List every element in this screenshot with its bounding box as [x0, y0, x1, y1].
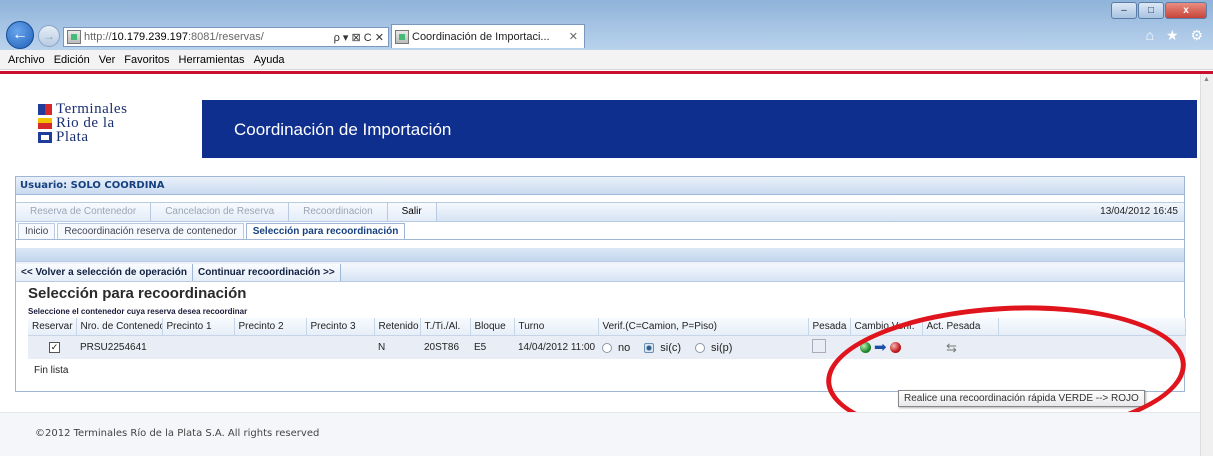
- container-number: PRSU2254641: [76, 335, 162, 359]
- quick-recoordination-tooltip: Realice una recoordinación rápida VERDE …: [898, 390, 1145, 407]
- tab-recoordinacion-reserva[interactable]: Recoordinación reserva de contenedor: [57, 223, 244, 239]
- pesada-checkbox[interactable]: [812, 339, 826, 353]
- operations-toolbar: Reserva de Contenedor Cancelacion de Res…: [16, 202, 1184, 222]
- menu-archivo[interactable]: Archivo: [8, 54, 45, 66]
- tab-close-icon[interactable]: ✕: [569, 30, 584, 43]
- instruction-text: Seleccione el contenedor cuya reserva de…: [28, 307, 248, 316]
- verif-radio-group: no si(c) si(p): [602, 342, 804, 354]
- col-retenido: Retenido: [374, 318, 421, 336]
- cancelacion-reserva-button[interactable]: Cancelacion de Reserva: [151, 203, 290, 221]
- precinto-2-value: [234, 335, 306, 359]
- col-pesada: Pesada: [808, 318, 851, 336]
- tab-favicon-icon: [395, 29, 409, 44]
- main-panel: Usuario: SOLO COORDINA Reserva de Conten…: [15, 176, 1186, 392]
- swap-icon[interactable]: ⇆: [946, 340, 957, 355]
- verif-si-c-label: si(c): [660, 341, 682, 354]
- col-reservar: Reservar: [28, 318, 77, 336]
- menu-edicion[interactable]: Edición: [54, 54, 90, 66]
- maximize-button[interactable]: □: [1138, 2, 1164, 19]
- precinto-3-value: [306, 335, 374, 359]
- col-verif: Verif.(C=Camion, P=Piso): [598, 318, 809, 336]
- col-act-pesada: Act. Pesada: [922, 318, 999, 336]
- back-button[interactable]: ←: [6, 21, 34, 49]
- address-bar[interactable]: http://10.179.239.197:8081/reservas/ ρ ▾…: [63, 27, 389, 47]
- breadcrumb-tabs: Inicio Recoordinación reserva de contene…: [16, 222, 1184, 240]
- verif-si-p-radio[interactable]: [695, 342, 706, 353]
- url-text: http://10.179.239.197:8081/reservas/: [84, 31, 264, 43]
- flag-yellow-red-icon: [38, 117, 52, 129]
- menu-herramientas[interactable]: Herramientas: [179, 54, 245, 66]
- vertical-scrollbar[interactable]: [1200, 74, 1213, 456]
- col-cambio-verif: Cambio Verif.: [850, 318, 923, 336]
- recoordinacion-button[interactable]: Recoordinacion: [289, 203, 388, 221]
- retenido-value: N: [374, 335, 420, 359]
- forward-button[interactable]: →: [38, 25, 60, 47]
- footer-copyright: ©2012 Terminales Río de la Plata S.A. Al…: [35, 428, 320, 439]
- green-status-icon[interactable]: [860, 341, 871, 353]
- col-turno: Turno: [514, 318, 599, 336]
- red-status-icon[interactable]: [889, 341, 901, 353]
- col-tipo: T./Ti./Al.: [420, 318, 471, 336]
- browser-titlebar: ‒ □ x ← → http://10.179.239.197:8081/res…: [0, 0, 1213, 50]
- tipo-value: 20ST86: [420, 335, 470, 359]
- page-title: Coordinación de Importación: [234, 120, 452, 139]
- action-bar: << Volver a selección de operación Conti…: [16, 264, 1184, 282]
- close-window-button[interactable]: x: [1165, 2, 1207, 19]
- flag-blue-red-icon: [38, 103, 52, 115]
- col-precinto-2: Precinto 2: [234, 318, 307, 336]
- tab-inicio[interactable]: Inicio: [18, 223, 56, 239]
- address-tools-icons[interactable]: ρ ▾ ⊠ C ✕: [334, 31, 388, 44]
- bloque-value: E5: [470, 335, 514, 359]
- col-precinto-3: Precinto 3: [306, 318, 375, 336]
- menu-ayuda[interactable]: Ayuda: [254, 54, 285, 66]
- tab-title: Coordinación de Importaci...: [412, 30, 550, 43]
- menu-bar: Archivo Edición Ver Favoritos Herramient…: [0, 50, 1213, 70]
- user-label: Usuario: SOLO COORDINA: [16, 177, 1184, 195]
- tab-seleccion-recoordinacion[interactable]: Selección para recoordinación: [245, 223, 406, 239]
- col-nro-contenedor: Nro. de Contenedor: [76, 318, 163, 336]
- continuar-button[interactable]: Continuar recoordinación >>: [193, 264, 341, 281]
- precinto-1-value: [162, 335, 234, 359]
- home-star-gear-icons[interactable]: ⌂ ★ ⚙: [1146, 27, 1207, 44]
- col-precinto-1: Precinto 1: [162, 318, 235, 336]
- menu-ver[interactable]: Ver: [99, 54, 116, 66]
- end-of-list: Fin lista: [34, 365, 69, 376]
- section-title: Selección para recoordinación: [28, 285, 247, 302]
- browser-tab[interactable]: Coordinación de Importaci... ✕: [391, 24, 585, 48]
- menu-favoritos[interactable]: Favoritos: [124, 54, 169, 66]
- verif-si-p-label: si(p): [711, 341, 733, 354]
- verif-no-radio[interactable]: [602, 342, 612, 353]
- reserva-contenedor-button[interactable]: Reserva de Contenedor: [16, 203, 152, 221]
- turno-value: 14/04/2012 11:00: [514, 335, 598, 359]
- containers-table: Reservar Nro. de Contenedor Precinto 1 P…: [28, 318, 1186, 359]
- window-controls: ‒ □ x: [1110, 2, 1207, 19]
- divider-strip: [16, 248, 1184, 262]
- verif-si-c-radio[interactable]: [644, 342, 655, 353]
- right-arrow-icon[interactable]: ➡: [874, 340, 887, 355]
- table-row: ✓ PRSU2254641 N 20ST86 E5 14/04/2012 11:…: [28, 335, 1186, 359]
- table-header-row: Reservar Nro. de Contenedor Precinto 1 P…: [28, 318, 1186, 336]
- flag-outline-icon: [38, 131, 52, 143]
- company-logo: Terminales Rio de la Plata: [38, 101, 188, 152]
- salir-button[interactable]: Salir: [387, 203, 437, 221]
- header-banner: Coordinación de Importación: [202, 100, 1197, 158]
- col-bloque: Bloque: [470, 318, 515, 336]
- minimize-button[interactable]: ‒: [1111, 2, 1137, 19]
- page-favicon-icon: [67, 30, 81, 44]
- current-datetime: 13/04/2012 16:45: [1100, 206, 1178, 217]
- verif-no-label: no: [618, 341, 631, 354]
- reservar-checkbox[interactable]: ✓: [49, 342, 60, 353]
- volver-button[interactable]: << Volver a selección de operación: [16, 264, 194, 281]
